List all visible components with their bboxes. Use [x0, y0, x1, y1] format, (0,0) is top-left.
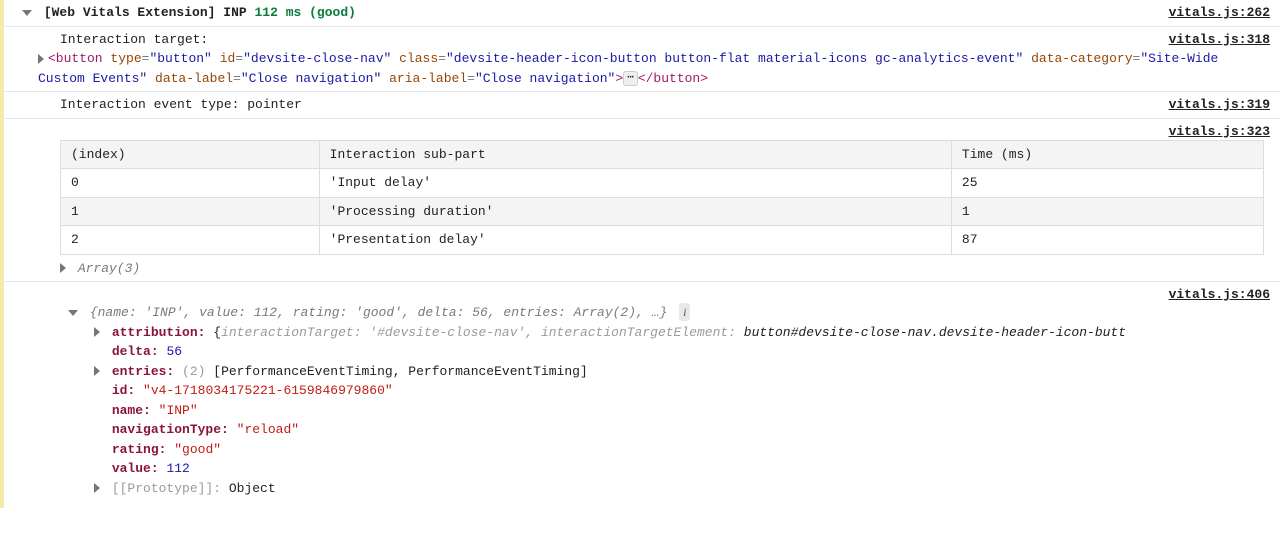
table-row: 2 'Presentation delay' 87: [61, 226, 1264, 255]
attr-v: '#devsite-close-nav': [369, 325, 525, 340]
attr-k: interactionTargetElement: [541, 325, 728, 340]
attr-name: data-label: [155, 71, 233, 86]
prop-key: navigationType:: [112, 422, 229, 437]
source-link[interactable]: vitals.js:319: [1169, 95, 1270, 115]
attr-name: class: [399, 51, 438, 66]
source-link[interactable]: vitals.js:323: [1169, 122, 1270, 142]
chevron-down-icon[interactable]: [22, 10, 32, 16]
table-header-row: (index) Interaction sub-part Time (ms): [61, 140, 1264, 169]
prop-value: 112: [166, 461, 189, 476]
col-time: Time (ms): [951, 140, 1263, 169]
prop-value: [PerformanceEventTiming, PerformanceEven…: [213, 364, 587, 379]
chevron-right-icon[interactable]: [60, 263, 66, 273]
prop-key: id:: [112, 383, 135, 398]
html-tag-open: <button: [48, 51, 103, 66]
prop-key: delta:: [112, 344, 159, 359]
prop-key[interactable]: [[Prototype]]:: [112, 481, 221, 496]
attr-value: "devsite-close-nav": [243, 51, 391, 66]
chevron-down-icon[interactable]: [68, 310, 78, 316]
source-link[interactable]: vitals.js:318: [1169, 30, 1270, 50]
cell: 25: [951, 169, 1263, 198]
col-subpart: Interaction sub-part: [319, 140, 951, 169]
object-summary[interactable]: {name: 'INP', value: 112, rating: 'good'…: [90, 305, 675, 320]
attr-name: type: [110, 51, 141, 66]
log-prefix: [Web Vitals Extension]: [44, 5, 216, 20]
prop-value: 56: [166, 344, 182, 359]
table-row: 1 'Processing duration' 1: [61, 197, 1264, 226]
chevron-right-icon[interactable]: [94, 327, 100, 337]
chevron-right-icon[interactable]: [38, 54, 44, 64]
cell: 1: [951, 197, 1263, 226]
cell: 'Processing duration': [319, 197, 951, 226]
html-tag-gt: >: [615, 71, 623, 86]
attr-name: aria-label: [389, 71, 467, 86]
target-label: Interaction target:: [8, 30, 1272, 50]
attr-name: data-category: [1031, 51, 1132, 66]
ellipsis-icon[interactable]: ⋯: [623, 71, 638, 86]
source-link[interactable]: vitals.js:406: [1169, 285, 1270, 305]
log-entry-object: vitals.js:406 {name: 'INP', value: 112, …: [0, 282, 1280, 508]
cell: 0: [61, 169, 320, 198]
cell: 'Presentation delay': [319, 226, 951, 255]
log-entry-event-type: Interaction event type: pointer vitals.j…: [0, 92, 1280, 119]
prop-key: rating:: [112, 442, 167, 457]
attr-k: interactionTarget: [221, 325, 354, 340]
cell: 'Input delay': [319, 169, 951, 198]
info-icon[interactable]: i: [679, 303, 690, 321]
prop-value: "good": [174, 442, 221, 457]
attr-value: "button": [149, 51, 211, 66]
attr-v: button#devsite-close-nav.devsite-header-…: [744, 325, 1126, 340]
cell: 1: [61, 197, 320, 226]
table-row: 0 'Input delay' 25: [61, 169, 1264, 198]
prop-key[interactable]: attribution:: [112, 325, 206, 340]
metric-rating: (good): [309, 5, 356, 20]
prop-value: "reload": [237, 422, 299, 437]
chevron-right-icon[interactable]: [94, 483, 100, 493]
attr-name: id: [220, 51, 236, 66]
attr-value: "Close navigation": [241, 71, 381, 86]
prop-key: name:: [112, 403, 151, 418]
source-link[interactable]: vitals.js:262: [1169, 3, 1270, 23]
event-type-text: Interaction event type: pointer: [8, 95, 1272, 115]
cell: 87: [951, 226, 1263, 255]
chevron-right-icon[interactable]: [94, 366, 100, 376]
attr-value: "Close navigation": [475, 71, 615, 86]
prop-value: Object: [229, 481, 276, 496]
metric-name: INP: [223, 5, 246, 20]
interaction-table: (index) Interaction sub-part Time (ms) 0…: [60, 140, 1264, 255]
metric-value: 112 ms: [254, 5, 301, 20]
prop-key[interactable]: entries:: [112, 364, 174, 379]
log-entry-table: vitals.js:323 (index) Interaction sub-pa…: [0, 119, 1280, 283]
entries-count: (2): [182, 364, 205, 379]
prop-value: "INP": [159, 403, 198, 418]
array-footer[interactable]: Array(3): [78, 261, 140, 276]
cell: 2: [61, 226, 320, 255]
html-tag-close: </button>: [638, 71, 708, 86]
log-entry-header[interactable]: [Web Vitals Extension] INP 112 ms (good)…: [0, 0, 1280, 27]
col-index: (index): [61, 140, 320, 169]
prop-value: "v4-1718034175221-6159846979860": [143, 383, 393, 398]
prop-key: value:: [112, 461, 159, 476]
log-entry-target: Interaction target: vitals.js:318 <butto…: [0, 27, 1280, 93]
attr-value: "devsite-header-icon-button button-flat …: [446, 51, 1023, 66]
